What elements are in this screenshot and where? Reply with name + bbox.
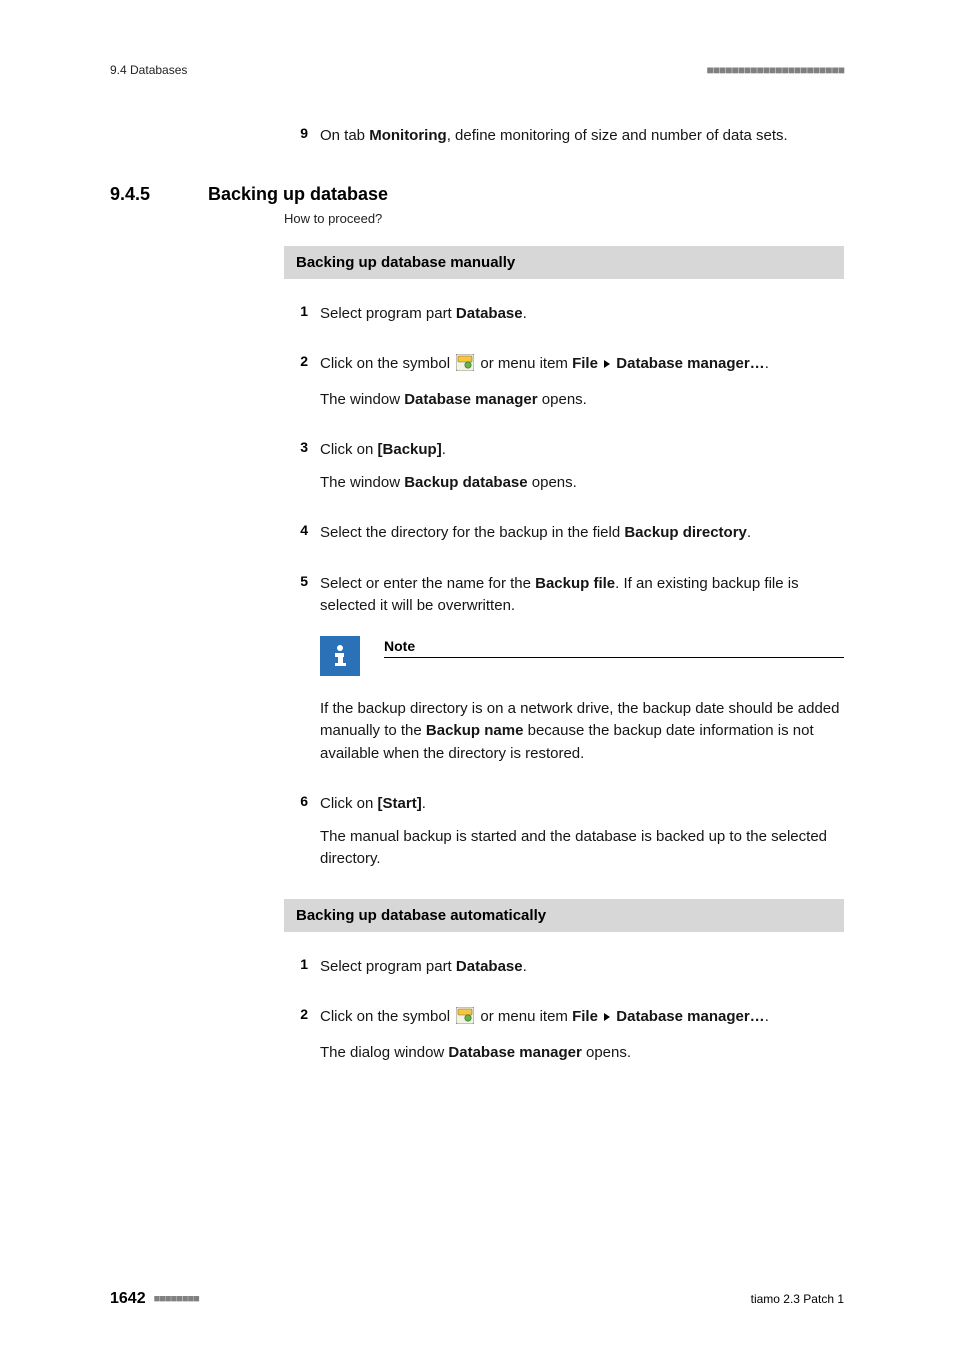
section-title: Backing up database [208,184,388,205]
step-text: Click on the symbol or menu item File Da… [320,1006,844,1064]
step-text: Click on [Start]. The manual backup is s… [320,793,844,871]
step-text: Select program part Database. [320,303,844,326]
note-text: If the backup directory is on a network … [320,698,844,766]
note-title: Note [384,636,844,658]
database-manager-icon [456,1007,474,1032]
header-breadcrumb: 9.4 Databases [110,63,187,77]
step-number: 2 [284,353,308,369]
step-text: On tab Monitoring, define monitoring of … [320,125,844,148]
step-text: Click on [Backup]. The window Backup dat… [320,439,844,494]
step-number: 9 [284,125,308,141]
step-text: Click on the symbol or menu item File Da… [320,353,844,411]
info-icon [320,636,360,676]
step-number: 1 [284,303,308,319]
footer-version: tiamo 2.3 Patch 1 [751,1292,844,1306]
footer-ticks: ■■■■■■■■ [154,1293,199,1305]
step-number: 3 [284,439,308,455]
menu-separator-icon [602,1006,612,1029]
step-text: Select or enter the name for the Backup … [320,573,844,618]
step-text: Select program part Database. [320,956,844,979]
step-number: 4 [284,522,308,538]
step-number: 1 [284,956,308,972]
step-number: 6 [284,793,308,809]
note-box: Note If the backup directory is on a net… [320,636,844,766]
menu-separator-icon [602,353,612,376]
header-ticks: ■■■■■■■■■■■■■■■■■■■■■■ [707,63,844,77]
step-number: 2 [284,1006,308,1022]
database-manager-icon [456,354,474,379]
section-number: 9.4.5 [110,184,170,205]
section-subtitle: How to proceed? [284,211,844,226]
subsection-bar-manual: Backing up database manually [284,246,844,279]
page-number: 1642 [110,1290,146,1308]
subsection-bar-auto: Backing up database automatically [284,899,844,932]
step-text: Select the directory for the backup in t… [320,522,844,545]
step-number: 5 [284,573,308,589]
